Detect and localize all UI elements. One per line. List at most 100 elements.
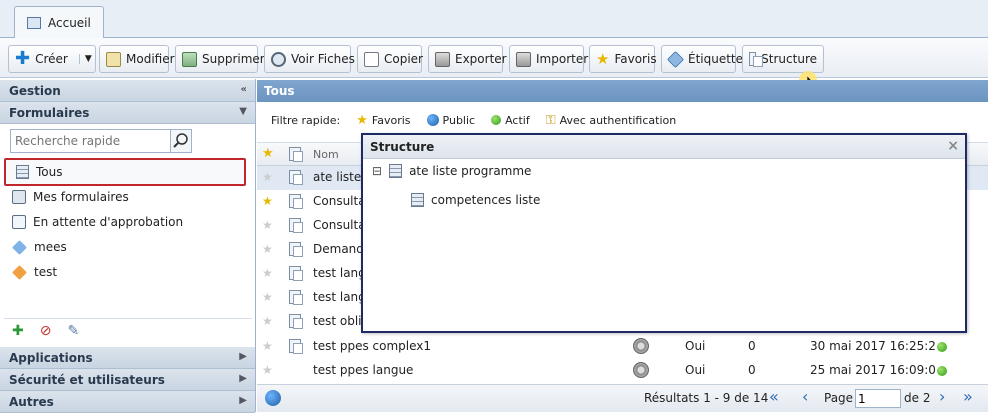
edit-icon (106, 51, 121, 67)
structure-icon[interactable] (289, 339, 303, 354)
refresh-icon[interactable] (265, 390, 281, 406)
structure-icon[interactable] (289, 314, 303, 329)
copy-button[interactable]: Copier (357, 45, 423, 73)
applications-header[interactable]: Applications ▶ (0, 347, 255, 369)
tag-button[interactable]: Étiquette (661, 45, 743, 73)
view-forms-button[interactable]: Voir Fiches (264, 45, 355, 73)
remove-tag-icon[interactable]: ⊘ (40, 323, 52, 339)
nav-item-tous[interactable]: Tous (16, 161, 63, 183)
chevron-down-icon[interactable]: ▼ (78, 54, 92, 64)
modify-label: Modifier (126, 52, 175, 66)
delete-button[interactable]: Supprimer (175, 45, 265, 73)
nav-item-test[interactable]: test (12, 261, 57, 283)
star-icon[interactable]: ★ (262, 290, 273, 304)
import-button[interactable]: Importer (509, 45, 588, 73)
structure-icon[interactable] (289, 194, 303, 209)
nav-item-en-attente[interactable]: En attente d'approbation (12, 211, 183, 233)
favorites-label: Favoris (614, 52, 657, 66)
structure-icon[interactable] (289, 290, 303, 305)
tag-actions: ✚ ⊘ ✎ (12, 323, 79, 339)
star-icon[interactable]: ★ (262, 266, 273, 280)
structure-icon[interactable] (289, 266, 303, 281)
list-icon (411, 193, 424, 207)
gear-icon[interactable] (633, 362, 649, 378)
column-nom[interactable]: Nom (313, 148, 339, 161)
search-icon (173, 133, 188, 148)
toolbar: ✚ Créer ▼ Modifier Supprimer Voir Fiches… (0, 38, 988, 78)
last-page-icon[interactable]: » (963, 387, 973, 406)
active-status-icon (937, 342, 947, 352)
first-page-icon[interactable]: « (769, 387, 779, 406)
magnifier-icon (271, 51, 286, 67)
import-icon (516, 51, 531, 67)
prev-page-icon[interactable]: ‹ (802, 387, 808, 406)
tag-blue-icon (12, 239, 27, 255)
pager: Résultats 1 - 9 de 14 « ‹ Page de 2 › » (257, 384, 988, 412)
filter-actif[interactable]: Actif (491, 114, 530, 127)
main-panel-title: Tous (257, 80, 988, 102)
list-icon (16, 165, 29, 179)
trash-icon (182, 51, 197, 67)
green-dot-icon (491, 115, 502, 125)
favorites-button[interactable]: ★ Favoris (589, 45, 657, 73)
pending-approval-icon (12, 215, 26, 229)
tab-accueil[interactable]: Accueil (14, 6, 104, 39)
formulaires-header[interactable]: Formulaires ▼ (0, 102, 255, 124)
star-icon[interactable]: ★ (262, 170, 273, 184)
collapse-toggle-icon[interactable]: ⊟ (372, 164, 382, 178)
gear-icon[interactable] (633, 338, 649, 354)
create-button[interactable]: ✚ Créer ▼ (8, 45, 96, 73)
dialog-title-bar: Structure × (363, 135, 965, 159)
quick-search (10, 129, 192, 153)
tab-strip (0, 0, 988, 38)
table-row[interactable]: ★ test ppes langue Oui 0 25 mai 2017 16:… (257, 359, 988, 383)
close-icon[interactable]: × (947, 138, 959, 154)
tag-label: Étiquette (688, 52, 744, 66)
export-button[interactable]: Exporter (428, 45, 507, 73)
gestion-header[interactable]: Gestion « (0, 80, 255, 102)
key-icon: ⚿ (545, 112, 556, 128)
filter-auth[interactable]: ⚿ Avec authentification (546, 113, 677, 128)
user-form-icon (12, 190, 26, 204)
edit-tag-icon[interactable]: ✎ (67, 323, 79, 339)
search-button[interactable] (170, 130, 191, 152)
import-label: Importer (536, 52, 589, 66)
tree-node-root[interactable]: ⊟ ate liste programme (372, 164, 531, 178)
autres-header[interactable]: Autres ▶ (0, 391, 255, 413)
page-total: de 2 (904, 391, 931, 405)
modify-button[interactable]: Modifier (99, 45, 175, 73)
star-icon[interactable]: ★ (262, 218, 273, 232)
structure-icon[interactable] (289, 170, 303, 185)
table-row[interactable]: ★ test ppes complex1 Oui 0 30 mai 2017 1… (257, 335, 988, 359)
tree-node-child[interactable]: competences liste (411, 193, 540, 207)
plus-icon: ✚ (15, 48, 31, 69)
search-input[interactable] (11, 130, 170, 152)
add-tag-icon[interactable]: ✚ (12, 323, 24, 339)
next-page-icon[interactable]: › (939, 387, 945, 406)
filter-public[interactable]: Public (426, 114, 475, 127)
star-icon[interactable]: ★ (262, 242, 273, 256)
page-label: Page (824, 391, 854, 405)
structure-icon[interactable] (289, 218, 303, 233)
structure-icon[interactable] (289, 242, 303, 257)
structure-dialog: Structure × ⊟ ate liste programme compet… (361, 133, 967, 333)
star-icon[interactable]: ★ (262, 339, 273, 353)
collapse-icon[interactable]: « (241, 84, 247, 95)
view-forms-label: Voir Fiches (291, 52, 355, 66)
structure-column-icon[interactable] (289, 147, 303, 162)
nav-item-mes-formulaires[interactable]: Mes formulaires (12, 186, 129, 208)
filter-favoris[interactable]: ★ Favoris (356, 113, 410, 128)
security-header[interactable]: Sécurité et utilisateurs ▶ (0, 369, 255, 391)
star-icon: ★ (596, 49, 610, 68)
delete-label: Supprimer (202, 52, 265, 66)
filter-label: Filtre rapide: (271, 113, 341, 127)
globe-icon (426, 114, 439, 126)
star-icon[interactable]: ★ (262, 363, 273, 377)
page-input[interactable] (855, 389, 901, 408)
star-icon[interactable]: ★ (262, 194, 273, 208)
results-text: Résultats 1 - 9 de 14 (644, 391, 769, 405)
tab-label: Accueil (48, 16, 91, 30)
star-icon[interactable]: ★ (262, 314, 273, 328)
nav-item-mees[interactable]: mees (12, 236, 67, 258)
star-column-icon[interactable]: ★ (262, 146, 274, 161)
